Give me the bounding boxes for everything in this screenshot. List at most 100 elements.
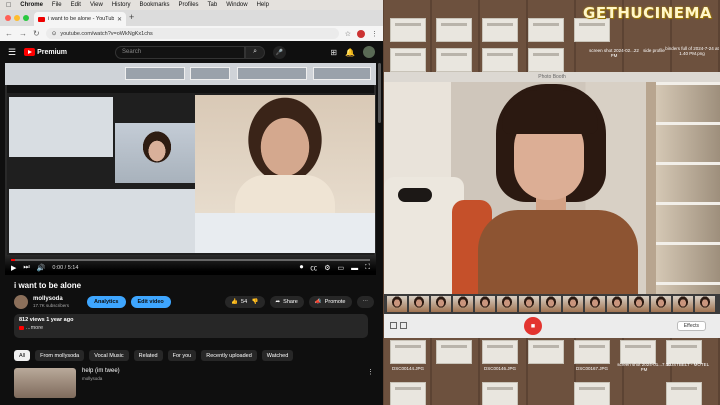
page-scrollbar[interactable] [378, 63, 381, 123]
star-icon[interactable]: ☆ [345, 30, 351, 38]
chip-all[interactable]: All [14, 350, 31, 361]
reload-icon[interactable]: ↻ [33, 29, 40, 38]
theater-icon[interactable]: ▬ [351, 265, 358, 272]
desktop-file[interactable] [574, 340, 610, 364]
youtube-logo[interactable]: Premium [24, 48, 67, 56]
effects-button[interactable]: Effects [676, 321, 706, 331]
desktop-file[interactable] [574, 382, 610, 405]
desktop-file[interactable] [620, 340, 656, 364]
thumbs-down-icon[interactable]: 👎 [250, 299, 259, 305]
fullscreen-icon[interactable]: ⛶ [365, 264, 370, 272]
desktop-file[interactable] [528, 340, 564, 364]
desktop-file[interactable] [482, 48, 518, 72]
voice-search-icon[interactable]: 🎤 [273, 45, 287, 59]
video-progress-bar[interactable] [11, 259, 370, 261]
more-menu-icon[interactable]: ⋮ [371, 30, 378, 38]
desktop-file[interactable] [390, 382, 426, 405]
create-icon[interactable]: ⊞ [330, 48, 337, 57]
edit-video-button[interactable]: Edit video [130, 296, 171, 308]
take-photo-button[interactable]: ■ [524, 317, 542, 335]
profile-avatar[interactable] [357, 29, 365, 38]
menu-edit[interactable]: Edit [71, 2, 81, 8]
video-player[interactable]: ▶ ⏭ 🔊 0:00 / 5:14 ⏺ ㏄ ⚙ ▭ ▬ ⛶ [5, 63, 376, 275]
desktop-file[interactable] [666, 340, 702, 364]
filmstrip-thumbnail[interactable] [541, 296, 561, 312]
photobooth-filmstrip[interactable] [384, 294, 720, 314]
minimize-window-button[interactable] [14, 15, 20, 21]
menu-tab[interactable]: Tab [208, 2, 218, 8]
desktop-file[interactable] [528, 18, 564, 42]
zoom-window-button[interactable] [23, 15, 29, 21]
desktop-file[interactable] [482, 18, 518, 42]
menu-file[interactable]: File [52, 2, 62, 8]
account-avatar[interactable] [363, 46, 375, 58]
chip-for-you[interactable]: For you [167, 350, 197, 361]
more-actions-button[interactable]: ⋯ [356, 296, 374, 308]
desktop-file[interactable] [390, 18, 426, 42]
address-bar[interactable]: ⊙ youtube.com/watch?v=oWkNgKx1chs [45, 28, 339, 39]
desktop-file[interactable] [390, 48, 426, 72]
filmstrip-thumbnail[interactable] [563, 296, 583, 312]
next-icon[interactable]: ⏭ [23, 264, 29, 272]
desktop-file[interactable] [482, 340, 518, 364]
captions-icon[interactable]: ㏄ [310, 263, 317, 273]
share-button[interactable]: ➦ Share [269, 296, 304, 308]
desktop-file[interactable] [436, 340, 472, 364]
search-input[interactable]: Search [115, 45, 246, 59]
chip-watched[interactable]: Watched [261, 350, 294, 361]
filmstrip-thumbnail[interactable] [387, 296, 407, 312]
desktop-file[interactable] [436, 18, 472, 42]
more-icon[interactable]: ⋮ [367, 368, 374, 398]
recommended-thumbnail[interactable] [14, 368, 76, 398]
filmstrip-thumbnail[interactable] [629, 296, 649, 312]
volume-icon[interactable]: 🔊 [37, 264, 46, 272]
filmstrip-thumbnail[interactable] [431, 296, 451, 312]
filmstrip-thumbnail[interactable] [585, 296, 605, 312]
browser-tab[interactable]: i want to be alone - YouTube ✕ [34, 12, 126, 26]
desktop-file[interactable] [390, 340, 426, 364]
filmstrip-thumbnail[interactable] [607, 296, 627, 312]
filmstrip-thumbnail[interactable] [453, 296, 473, 312]
recommended-title[interactable]: help (im twee) [82, 368, 361, 374]
filmstrip-thumbnail[interactable] [409, 296, 429, 312]
site-info-icon[interactable]: ⊙ [52, 31, 57, 37]
single-view-button[interactable] [390, 322, 397, 329]
chip-recently-uploaded[interactable]: Recently uploaded [201, 350, 257, 361]
new-tab-button[interactable]: + [129, 12, 134, 22]
chip-related[interactable]: Related [133, 350, 163, 361]
filmstrip-thumbnail[interactable] [519, 296, 539, 312]
desktop-file[interactable] [666, 382, 702, 405]
recommended-video[interactable]: help (im twee) mollysoda ⋮ [14, 368, 374, 398]
menu-help[interactable]: Help [257, 2, 269, 8]
filmstrip-thumbnail[interactable] [673, 296, 693, 312]
description-more[interactable]: ...more [26, 325, 43, 331]
autoplay-toggle[interactable]: ⏺ [300, 264, 304, 272]
apple-icon[interactable]:  [6, 2, 11, 9]
back-icon[interactable]: ← [5, 29, 13, 38]
desktop-file[interactable] [482, 382, 518, 405]
channel-avatar[interactable] [14, 295, 28, 309]
forward-icon[interactable]: → [19, 29, 27, 38]
menu-view[interactable]: View [90, 2, 103, 8]
settings-icon[interactable]: ⚙ [324, 264, 330, 272]
hamburger-menu-icon[interactable]: ☰ [8, 47, 16, 58]
notifications-icon[interactable]: 🔔 [345, 48, 355, 57]
chip-vocal-music[interactable]: Vocal Music [89, 350, 129, 361]
filmstrip-thumbnail[interactable] [497, 296, 517, 312]
channel-name[interactable]: mollysoda [33, 296, 69, 302]
menu-profiles[interactable]: Profiles [179, 2, 199, 8]
filmstrip-thumbnail[interactable] [695, 296, 715, 312]
grid-view-button[interactable] [400, 322, 407, 329]
menu-bookmarks[interactable]: Bookmarks [140, 2, 170, 8]
play-icon[interactable]: ▶ [11, 264, 16, 272]
description-box[interactable]: 812 views 1 year ago ...more [14, 314, 368, 338]
menu-window[interactable]: Window [226, 2, 247, 8]
miniplayer-icon[interactable]: ▭ [337, 264, 344, 272]
close-tab-icon[interactable]: ✕ [117, 16, 122, 23]
search-button[interactable]: ⌕ [245, 45, 266, 59]
chip-from-channel[interactable]: From mollysoda [35, 350, 85, 361]
desktop-file[interactable] [528, 48, 564, 72]
filmstrip-thumbnail[interactable] [651, 296, 671, 312]
close-window-button[interactable] [5, 15, 11, 21]
promote-button[interactable]: 📣 Promote [308, 296, 352, 308]
